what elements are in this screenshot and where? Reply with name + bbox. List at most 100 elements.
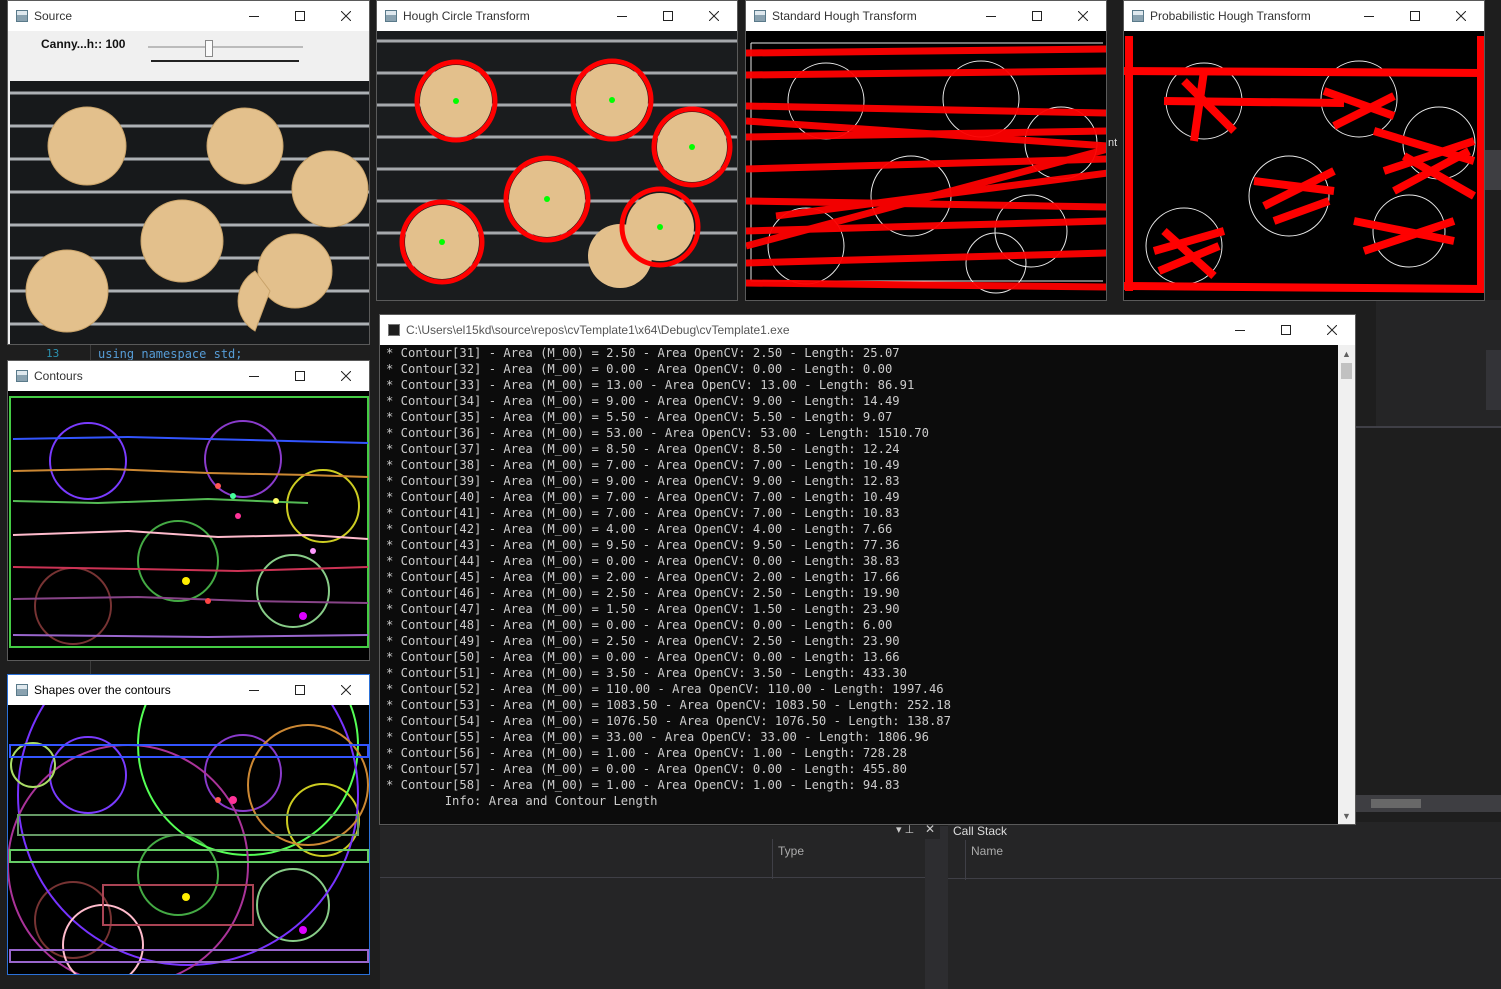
console-line: * Contour[53] - Area (M_00) = 1083.50 - …: [386, 698, 951, 712]
maximize-icon: [295, 11, 305, 21]
scroll-down-arrow-icon[interactable]: ▼: [1338, 807, 1355, 824]
shapes-titlebar[interactable]: Shapes over the contours: [8, 675, 369, 705]
maximize-button[interactable]: [277, 675, 323, 705]
console-line: * Contour[42] - Area (M_00) = 4.00 - Are…: [386, 522, 893, 536]
probabilistic-hough-window[interactable]: Probabilistic Hough Transform: [1123, 0, 1485, 301]
close-icon: [341, 685, 351, 695]
close-button[interactable]: [323, 361, 369, 391]
trackbar-thumb[interactable]: [205, 40, 214, 57]
console-line: * Contour[57] - Area (M_00) = 0.00 - Are…: [386, 762, 907, 776]
console-line: * Contour[52] - Area (M_00) = 110.00 - A…: [386, 682, 944, 696]
hough-circle-window[interactable]: Hough Circle Transform: [376, 0, 738, 301]
hough-circle-titlebar[interactable]: Hough Circle Transform: [377, 1, 737, 31]
type-column-header[interactable]: Type: [778, 844, 804, 858]
call-stack-title[interactable]: Call Stack: [953, 824, 1007, 838]
maximize-button[interactable]: [277, 1, 323, 31]
maximize-icon: [1032, 11, 1042, 21]
ide-right-strip: [1356, 300, 1501, 825]
code-line-number: 13: [46, 347, 60, 360]
opencv-window-icon: [754, 10, 766, 22]
close-icon: [709, 11, 719, 21]
console-titlebar[interactable]: C:\Users\el15kd\source\repos\cvTemplate1…: [380, 315, 1355, 345]
contours-window[interactable]: Contours: [7, 360, 370, 661]
console-line: * Contour[43] - Area (M_00) = 9.50 - Are…: [386, 538, 900, 552]
trackbar-label: Canny...h:: 100: [41, 37, 126, 51]
minimize-icon: [249, 685, 259, 695]
console-scrollbar[interactable]: ▲ ▼: [1338, 345, 1355, 824]
console-line: * Contour[49] - Area (M_00) = 2.50 - Are…: [386, 634, 900, 648]
minimize-button[interactable]: [1217, 315, 1263, 345]
console-line: * Contour[31] - Area (M_00) = 2.50 - Are…: [386, 346, 900, 360]
close-button[interactable]: [1060, 1, 1106, 31]
ide-bottom-panel: ▾ ⊥ ✕ Type: [380, 822, 940, 989]
console-line: * Contour[35] - Area (M_00) = 5.50 - Are…: [386, 410, 893, 424]
console-line: * Contour[40] - Area (M_00) = 7.00 - Are…: [386, 490, 900, 504]
console-line: * Contour[46] - Area (M_00) = 2.50 - Are…: [386, 586, 900, 600]
close-button[interactable]: [323, 675, 369, 705]
console-line: Info: Area and Contour Length: [444, 794, 658, 808]
maximize-button[interactable]: [1263, 315, 1309, 345]
console-line: * Contour[37] - Area (M_00) = 8.50 - Are…: [386, 442, 900, 456]
name-column-header[interactable]: Name: [971, 844, 1003, 858]
source-image: [10, 81, 369, 344]
opencv-window-icon: [16, 370, 28, 382]
shapes-window[interactable]: Shapes over the contours: [7, 674, 370, 975]
maximize-icon: [663, 11, 673, 21]
close-icon: [1078, 11, 1088, 21]
close-button[interactable]: [691, 1, 737, 31]
standard-hough-image: [746, 31, 1106, 300]
minimize-icon: [249, 11, 259, 21]
window-title: Probabilistic Hough Transform: [1150, 9, 1311, 23]
console-output: * Contour[31] - Area (M_00) = 2.50 - Are…: [386, 345, 951, 809]
source-titlebar[interactable]: Source: [8, 1, 369, 31]
canny-threshold-trackbar[interactable]: [148, 39, 303, 57]
minimize-button[interactable]: [1346, 1, 1392, 31]
window-title: Hough Circle Transform: [403, 9, 530, 23]
console-line: * Contour[34] - Area (M_00) = 9.00 - Are…: [386, 394, 900, 408]
maximize-button[interactable]: [277, 361, 323, 391]
minimize-button[interactable]: [968, 1, 1014, 31]
minimize-button[interactable]: [231, 675, 277, 705]
console-line: * Contour[58] - Area (M_00) = 1.00 - Are…: [386, 778, 900, 792]
scroll-up-arrow-icon[interactable]: ▲: [1338, 345, 1355, 362]
minimize-button[interactable]: [231, 1, 277, 31]
window-title: Source: [34, 9, 73, 23]
minimize-button[interactable]: [231, 361, 277, 391]
close-button[interactable]: [1438, 1, 1484, 31]
maximize-icon: [295, 371, 305, 381]
source-window[interactable]: Source Canny...h:: 100: [7, 0, 370, 345]
opencv-window-icon: [385, 10, 397, 22]
close-icon: [341, 11, 351, 21]
standard-hough-window[interactable]: Standard Hough Transform: [745, 0, 1107, 301]
console-line: * Contour[36] - Area (M_00) = 53.00 - Ar…: [386, 426, 929, 440]
console-line: * Contour[33] - Area (M_00) = 13.00 - Ar…: [386, 378, 915, 392]
minimize-icon: [617, 11, 627, 21]
close-button[interactable]: [323, 1, 369, 31]
biscuits-on-rack-image: [10, 81, 369, 344]
close-button[interactable]: [1309, 315, 1355, 345]
maximize-icon: [1281, 325, 1291, 335]
console-line: * Contour[38] - Area (M_00) = 7.00 - Are…: [386, 458, 900, 472]
console-line: * Contour[55] - Area (M_00) = 33.00 - Ar…: [386, 730, 929, 744]
close-icon: [1327, 325, 1337, 335]
close-icon: [1456, 11, 1466, 21]
contours-titlebar[interactable]: Contours: [8, 361, 369, 391]
console-line: * Contour[51] - Area (M_00) = 3.50 - Are…: [386, 666, 907, 680]
probabilistic-hough-titlebar[interactable]: Probabilistic Hough Transform: [1124, 1, 1484, 31]
obscured-code-fragment: nt: [1108, 137, 1118, 149]
console-window[interactable]: C:\Users\el15kd\source\repos\cvTemplate1…: [379, 314, 1356, 825]
minimize-icon: [1364, 11, 1374, 21]
ide-right-scrollbar[interactable]: [1485, 150, 1501, 190]
maximize-button[interactable]: [1392, 1, 1438, 31]
console-app-icon: [388, 324, 400, 336]
console-line: * Contour[32] - Area (M_00) = 0.00 - Are…: [386, 362, 893, 376]
maximize-button[interactable]: [1014, 1, 1060, 31]
hough-circle-image: [377, 31, 737, 300]
maximize-icon: [295, 685, 305, 695]
console-line: * Contour[39] - Area (M_00) = 9.00 - Are…: [386, 474, 900, 488]
maximize-button[interactable]: [645, 1, 691, 31]
scroll-thumb[interactable]: [1341, 363, 1352, 379]
console-line: * Contour[50] - Area (M_00) = 0.00 - Are…: [386, 650, 900, 664]
minimize-button[interactable]: [599, 1, 645, 31]
standard-hough-titlebar[interactable]: Standard Hough Transform: [746, 1, 1106, 31]
